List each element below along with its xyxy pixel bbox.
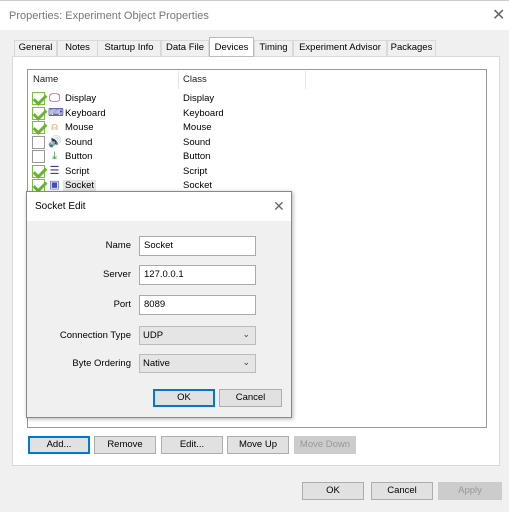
chevron-down-icon: ⌄: [242, 357, 250, 367]
name-input[interactable]: Socket: [139, 236, 256, 256]
device-class: Mouse: [183, 122, 212, 133]
dialog-cancel-button[interactable]: Cancel: [219, 389, 282, 407]
window-title: Properties: Experiment Object Properties: [9, 10, 209, 22]
device-class: Display: [183, 93, 215, 104]
device-class: Socket: [183, 180, 213, 191]
server-input[interactable]: 127.0.0.1: [139, 265, 256, 285]
dialog-ok-button[interactable]: OK: [153, 389, 215, 407]
button-icon: ⤓: [52, 150, 57, 162]
apply-button: Apply: [438, 482, 502, 500]
tab-timing[interactable]: Timing: [254, 40, 293, 56]
tab-packages[interactable]: Packages: [387, 40, 436, 56]
monitor-icon: 🖵: [49, 92, 60, 104]
add-button[interactable]: Add...: [28, 436, 90, 454]
column-divider[interactable]: [178, 71, 179, 89]
enable-checkbox[interactable]: [32, 121, 45, 134]
table-row[interactable]: ☰ Script Script: [32, 164, 332, 179]
name-label: Name: [105, 240, 131, 251]
enable-checkbox[interactable]: [32, 92, 45, 105]
table-row[interactable]: 🖵 Display Display: [32, 92, 332, 106]
device-name: Sound: [65, 136, 93, 148]
tab-general[interactable]: General: [14, 40, 57, 56]
device-name: Keyboard: [65, 107, 106, 119]
device-class: Script: [183, 165, 208, 177]
close-icon[interactable]: ✕: [492, 8, 505, 24]
port-input[interactable]: 8089: [139, 295, 256, 315]
table-row[interactable]: ⤓ Button Button: [32, 150, 332, 164]
byte-ordering-value: Native: [143, 358, 170, 369]
column-header-class[interactable]: Class: [183, 74, 207, 85]
connection-type-select[interactable]: UDP ⌄: [139, 326, 256, 345]
tab-data-file[interactable]: Data File: [161, 40, 209, 56]
dialog-close-icon[interactable]: ✕: [273, 199, 285, 213]
socket-edit-dialog: Socket Edit ✕ Name Socket Server 127.0.0…: [26, 191, 292, 418]
tab-notes[interactable]: Notes: [57, 40, 98, 56]
table-row[interactable]: 🔊 Sound Sound: [32, 135, 332, 150]
device-name: Script: [65, 165, 90, 177]
enable-checkbox[interactable]: [32, 135, 45, 149]
remove-button[interactable]: Remove: [94, 436, 156, 454]
keyboard-icon: ⌨: [48, 106, 64, 119]
server-label: Server: [103, 269, 131, 280]
dialog-title-bar: Socket Edit ✕: [27, 192, 291, 221]
table-row[interactable]: ⍝ Mouse Mouse: [32, 121, 332, 135]
cancel-button[interactable]: Cancel: [371, 482, 433, 500]
ok-button[interactable]: OK: [302, 482, 364, 500]
device-class: Keyboard: [183, 107, 224, 119]
tab-devices[interactable]: Devices: [209, 37, 254, 57]
speaker-icon: 🔊: [48, 135, 62, 148]
move-down-button: Move Down: [294, 436, 356, 454]
enable-checkbox[interactable]: [32, 164, 45, 178]
mouse-icon: ⍝: [51, 121, 58, 133]
connection-type-value: UDP: [143, 330, 164, 341]
enable-checkbox[interactable]: [32, 106, 45, 120]
device-name: Mouse: [65, 122, 94, 133]
port-label: Port: [113, 299, 131, 310]
chevron-down-icon: ⌄: [242, 329, 250, 339]
connection-type-label: Connection Type: [59, 330, 131, 341]
table-row[interactable]: ⌨ Keyboard Keyboard: [32, 106, 332, 121]
enable-checkbox[interactable]: [32, 150, 45, 163]
tab-experiment-advisor[interactable]: Experiment Advisor: [293, 40, 387, 56]
title-bar: Properties: Experiment Object Properties…: [0, 0, 509, 30]
device-class: Button: [183, 151, 211, 162]
byte-ordering-select[interactable]: Native ⌄: [139, 354, 256, 373]
dialog-title: Socket Edit: [35, 201, 86, 212]
device-class: Sound: [183, 136, 211, 148]
device-name: Button: [65, 151, 93, 162]
script-icon: ☰: [49, 164, 60, 177]
device-name: Display: [65, 93, 97, 104]
edit-button[interactable]: Edit...: [161, 436, 223, 454]
device-name: Socket: [63, 180, 97, 191]
tab-startup-info[interactable]: Startup Info: [97, 40, 161, 56]
move-up-button[interactable]: Move Up: [227, 436, 289, 454]
column-header-name[interactable]: Name: [33, 74, 58, 85]
column-divider[interactable]: [305, 71, 306, 89]
byte-ordering-label: Byte Ordering: [72, 358, 131, 369]
